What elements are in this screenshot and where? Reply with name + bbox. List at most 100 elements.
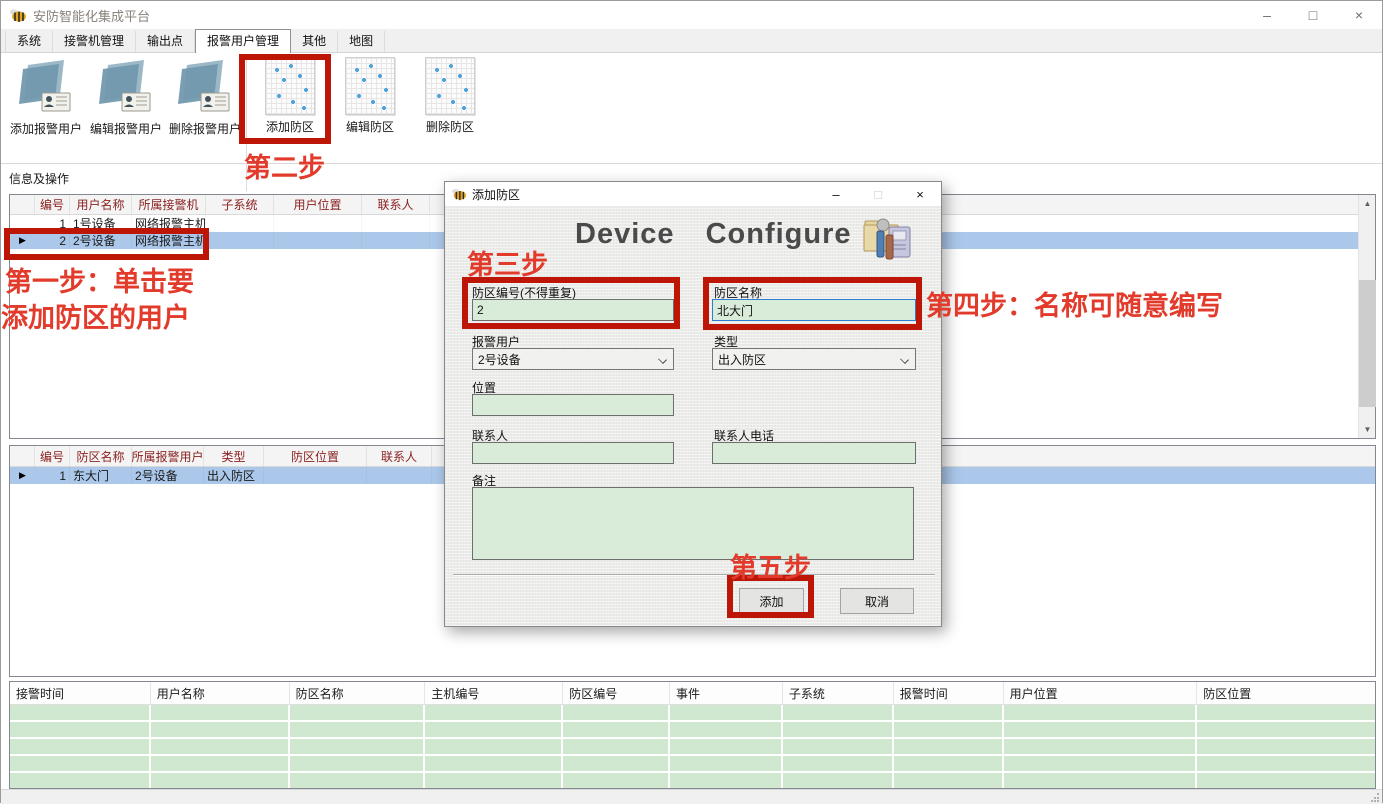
zones-col-number[interactable]: 编号	[35, 446, 70, 466]
toolbar-button-label: 编辑防区	[346, 118, 394, 135]
row-marker	[10, 215, 35, 232]
users-col-subsystem[interactable]: 子系统	[206, 195, 274, 214]
folder-user-icon	[177, 57, 233, 117]
toolbar-button-label: 编辑报警用户	[90, 120, 162, 137]
add-button[interactable]: 添加	[739, 588, 804, 614]
users-col-receiver[interactable]: 所属接警机	[132, 195, 206, 214]
edit-alarm-user-button[interactable]: 编辑报警用户	[86, 57, 166, 145]
cell-user-name: 2号设备	[70, 232, 132, 249]
cell-contact	[362, 215, 430, 232]
zones-col-name[interactable]: 防区名称	[70, 446, 132, 466]
toolbar-button-label: 删除报警用户	[169, 120, 241, 137]
close-button[interactable]: ×	[1336, 1, 1382, 29]
chevron-down-icon	[658, 355, 667, 364]
zones-col-owner-user[interactable]: 所属报警用户	[132, 446, 204, 466]
zone-number-input[interactable]	[472, 299, 674, 321]
cell-zone-name: 东大门	[70, 467, 132, 484]
users-col-location[interactable]: 用户位置	[274, 195, 362, 214]
location-input[interactable]	[472, 394, 674, 416]
tab-system[interactable]: 系统	[5, 31, 53, 52]
zone-type-select[interactable]: 出入防区	[712, 348, 916, 370]
tab-receiver-management[interactable]: 接警机管理	[53, 31, 136, 52]
cell-subsystem	[206, 232, 274, 249]
tab-output-point[interactable]: 输出点	[136, 31, 195, 52]
tab-other[interactable]: 其他	[291, 31, 338, 52]
events-col-zone-name[interactable]: 防区名称	[290, 682, 426, 704]
contact-input[interactable]	[472, 442, 674, 464]
zones-col-contact[interactable]: 联系人	[367, 446, 432, 466]
dialog-maximize-button: □	[857, 182, 899, 206]
alarm-user-select[interactable]: 2号设备	[472, 348, 674, 370]
scrollbar-thumb[interactable]	[1359, 280, 1376, 407]
cancel-button[interactable]: 取消	[840, 588, 914, 614]
folder-user-icon	[98, 57, 154, 117]
event-empty-row	[10, 773, 1375, 788]
app-bee-icon	[451, 187, 467, 201]
chevron-down-icon	[900, 355, 909, 364]
zones-col-location[interactable]: 防区位置	[264, 446, 367, 466]
scroll-up-icon[interactable]: ▲	[1359, 195, 1376, 212]
event-empty-row	[10, 756, 1375, 771]
toolbar-button-label: 添加防区	[266, 118, 314, 135]
maximize-button[interactable]: □	[1290, 1, 1336, 29]
users-col-number[interactable]: 编号	[35, 195, 70, 214]
zone-name-input[interactable]	[712, 299, 916, 321]
resize-grip[interactable]	[1370, 792, 1380, 802]
marker-col-header	[10, 195, 35, 214]
edit-zone-button[interactable]: 编辑防区	[330, 57, 410, 145]
add-alarm-user-button[interactable]: 添加报警用户	[6, 57, 86, 145]
delete-zone-button[interactable]: 删除防区	[410, 57, 490, 145]
users-vertical-scrollbar[interactable]: ▲ ▼	[1358, 195, 1375, 438]
add-zone-button[interactable]: 添加防区	[250, 57, 330, 145]
scroll-down-icon[interactable]: ▼	[1359, 421, 1376, 438]
zone-grid-icon	[265, 57, 315, 115]
toolbar-button-label: 添加报警用户	[10, 120, 82, 137]
event-empty-row	[10, 705, 1375, 720]
device-configure-icon	[861, 210, 915, 266]
folder-user-icon	[18, 57, 74, 117]
contact-phone-input[interactable]	[712, 442, 916, 464]
app-bee-icon	[9, 7, 27, 23]
users-col-name[interactable]: 用户名称	[70, 195, 132, 214]
events-col-zone-number[interactable]: 防区编号	[563, 682, 670, 704]
minimize-button[interactable]: –	[1244, 1, 1290, 29]
delete-alarm-user-button[interactable]: 删除报警用户	[165, 57, 245, 145]
cell-subsystem	[206, 215, 274, 232]
events-col-host-number[interactable]: 主机编号	[425, 682, 563, 704]
tab-map[interactable]: 地图	[338, 31, 385, 52]
dialog-title: 添加防区	[472, 186, 520, 203]
dialog-separator	[453, 574, 935, 575]
cell-type: 出入防区	[204, 467, 264, 484]
row-marker: ▶	[10, 232, 35, 249]
users-col-contact[interactable]: 联系人	[362, 195, 430, 214]
events-col-receive-time[interactable]: 接警时间	[10, 682, 151, 704]
events-col-alarm-time[interactable]: 报警时间	[894, 682, 1004, 704]
toolbar: 添加报警用户 编辑报警用户 删除报警用户 添	[1, 53, 1382, 164]
marker-col-header	[10, 446, 35, 466]
cell-location	[274, 232, 362, 249]
cell-number: 2	[35, 232, 70, 249]
tab-alarm-user-management[interactable]: 报警用户管理	[195, 29, 291, 53]
remark-textarea[interactable]	[472, 487, 914, 560]
zones-col-type[interactable]: 类型	[204, 446, 264, 466]
cell-location	[274, 215, 362, 232]
events-col-subsystem[interactable]: 子系统	[783, 682, 894, 704]
cell-zone-location	[264, 467, 367, 484]
dialog-banner-title: Device Configure	[575, 218, 852, 251]
dialog-minimize-button[interactable]: –	[815, 182, 857, 206]
dialog-close-button[interactable]: ×	[899, 182, 941, 206]
main-window: 安防智能化集成平台 – □ × 系统 接警机管理 输出点 报警用户管理 其他 地…	[0, 0, 1383, 803]
events-col-user-location[interactable]: 用户位置	[1004, 682, 1198, 704]
events-col-event[interactable]: 事件	[670, 682, 783, 704]
zone-type-selected-value: 出入防区	[718, 351, 766, 368]
cell-number: 1	[35, 215, 70, 232]
events-col-zone-location[interactable]: 防区位置	[1197, 682, 1375, 704]
events-table-header: 接警时间 用户名称 防区名称 主机编号 防区编号 事件 子系统 报警时间 用户位…	[10, 682, 1375, 705]
cell-owner-user: 2号设备	[132, 467, 204, 484]
events-table-panel: 接警时间 用户名称 防区名称 主机编号 防区编号 事件 子系统 报警时间 用户位…	[9, 681, 1376, 789]
zone-grid-icon	[425, 57, 475, 115]
events-col-user-name[interactable]: 用户名称	[151, 682, 290, 704]
info-section-label: 信息及操作	[9, 170, 69, 187]
cell-receiver: 网络报警主机	[132, 232, 206, 249]
alarm-user-selected-value: 2号设备	[478, 351, 521, 368]
